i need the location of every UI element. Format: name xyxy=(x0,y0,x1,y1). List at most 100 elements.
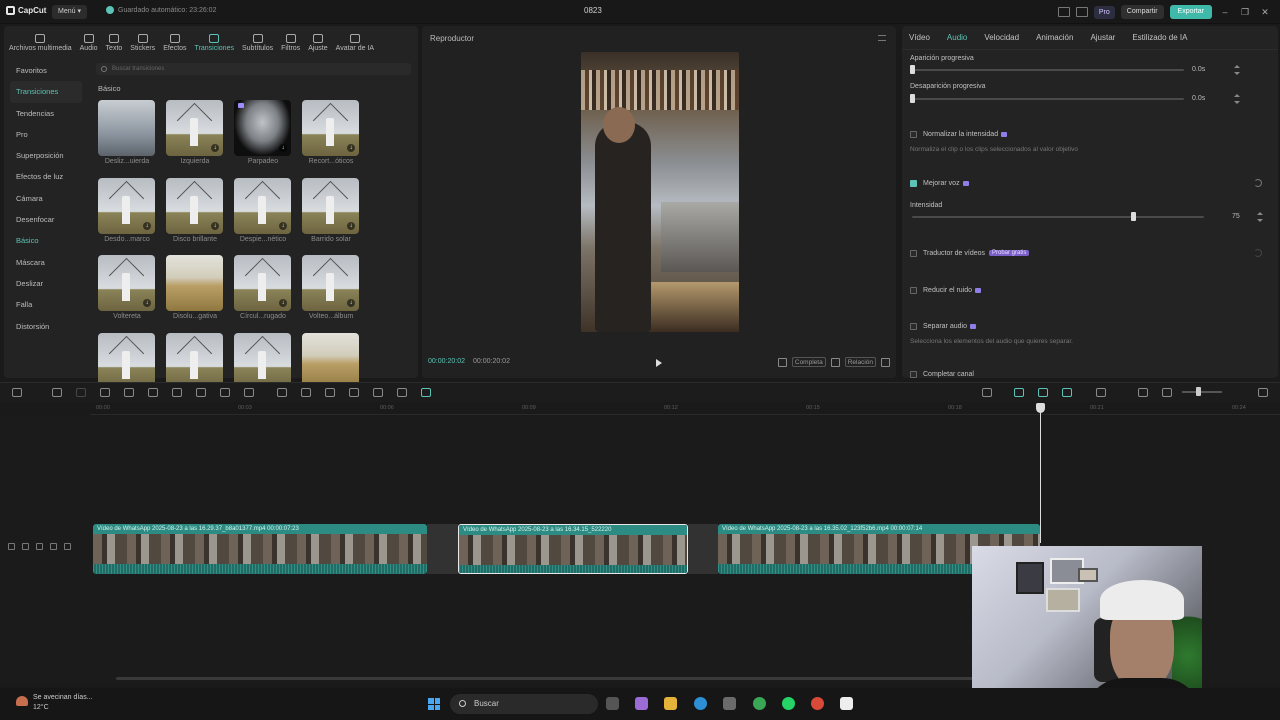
download-icon[interactable]: ↓ xyxy=(211,221,219,230)
trial-badge[interactable]: Probar gratis xyxy=(989,250,1030,257)
category-item[interactable]: Efectos de luz xyxy=(10,166,82,187)
tool-tab-9[interactable]: Avatar de IA xyxy=(335,34,375,52)
transition-card[interactable] xyxy=(166,332,224,389)
tool-tab-0[interactable]: Archivos multimedia xyxy=(8,34,73,52)
separate-audio-checkbox[interactable] xyxy=(910,323,917,330)
category-item[interactable]: Básico xyxy=(10,230,82,251)
transition-card[interactable]: ↓ Círcul...rugado xyxy=(234,255,292,320)
speed-icon[interactable] xyxy=(244,388,254,397)
task-view-icon[interactable] xyxy=(606,697,619,710)
inspector-tab[interactable]: Audio xyxy=(947,33,967,42)
layout-icon[interactable] xyxy=(1057,7,1070,17)
download-icon[interactable]: ↓ xyxy=(279,299,287,307)
normalize-checkbox[interactable] xyxy=(910,131,917,138)
aspect-ratio-button[interactable]: Relación xyxy=(844,357,876,367)
category-item[interactable]: Distorsión xyxy=(10,316,82,337)
category-item[interactable]: Transiciones xyxy=(10,81,82,103)
zoom-in-icon[interactable] xyxy=(1258,388,1268,397)
transition-card[interactable]: ↓ Voltereta xyxy=(98,255,156,320)
video-clip[interactable]: Vídeo de WhatsApp 2025-08-23 a las 16.29… xyxy=(93,524,427,574)
file-explorer-icon[interactable] xyxy=(664,697,677,710)
full-quality-button[interactable]: Completa xyxy=(791,357,826,367)
capcut-taskbar-icon[interactable] xyxy=(840,697,853,710)
resize-icon[interactable] xyxy=(373,388,383,397)
cover-icon[interactable] xyxy=(8,543,15,550)
audio-icon[interactable] xyxy=(50,543,57,550)
fade-out-stepper[interactable] xyxy=(1234,94,1240,104)
category-item[interactable]: Pro xyxy=(10,124,82,145)
undo-icon[interactable] xyxy=(52,388,62,397)
store-icon[interactable] xyxy=(723,697,736,710)
split-left-icon[interactable] xyxy=(124,388,134,397)
intensity-knob[interactable] xyxy=(1131,212,1136,221)
category-item[interactable]: Superposición xyxy=(10,145,82,166)
tool-tab-6[interactable]: Subtítulos xyxy=(241,34,274,52)
fade-in-stepper[interactable] xyxy=(1234,65,1240,75)
player-menu-icon[interactable] xyxy=(878,35,886,41)
transition-card[interactable]: ↓ Recort...óticos xyxy=(302,100,360,165)
inspector-tab[interactable]: Estilizado de IA xyxy=(1132,33,1187,42)
transition-card[interactable] xyxy=(98,332,156,389)
transition-card[interactable]: ↓ Izquierda xyxy=(166,100,224,165)
link-icon[interactable] xyxy=(1062,388,1072,397)
transition-card[interactable]: Desliz...uierda xyxy=(98,100,156,165)
transition-card[interactable]: ↓ Barrido solar xyxy=(302,177,360,243)
fit-icon[interactable] xyxy=(397,388,407,397)
fade-out-value[interactable]: 0.0s xyxy=(1192,95,1205,102)
intensity-slider[interactable] xyxy=(912,216,1204,218)
transition-card[interactable]: ↓ Despie...nético xyxy=(234,177,292,243)
tool-tab-1[interactable]: Audio xyxy=(79,34,99,52)
shortcuts-icon[interactable] xyxy=(1075,7,1088,17)
download-icon[interactable]: ↓ xyxy=(211,144,219,152)
weather-widget[interactable]: Se avecinan días... 12°C xyxy=(12,693,93,713)
recorder-icon[interactable] xyxy=(811,697,824,710)
select-tool-icon[interactable] xyxy=(12,388,22,397)
split-icon[interactable] xyxy=(100,388,110,397)
preview-axis-icon[interactable] xyxy=(1096,388,1106,397)
close-icon[interactable]: ✕ xyxy=(1258,7,1272,18)
taskbar-search[interactable]: Buscar xyxy=(450,694,598,714)
category-item[interactable]: Máscara xyxy=(10,252,82,273)
whatsapp-icon[interactable] xyxy=(782,697,795,710)
magic-icon[interactable] xyxy=(349,388,359,397)
tool-tab-3[interactable]: Stickers xyxy=(129,34,156,52)
minimize-icon[interactable]: – xyxy=(1218,7,1232,17)
translator-checkbox[interactable] xyxy=(910,250,917,257)
inspector-tab[interactable]: Ajustar xyxy=(1090,33,1115,42)
shield-icon[interactable] xyxy=(196,388,206,397)
transition-marker[interactable] xyxy=(427,524,458,574)
redo-icon[interactable] xyxy=(76,388,86,397)
delete-icon[interactable] xyxy=(172,388,182,397)
transition-marker[interactable] xyxy=(688,524,718,574)
split-right-icon[interactable] xyxy=(148,388,158,397)
timeline-scrollbar[interactable] xyxy=(116,677,976,680)
complete-channel-checkbox[interactable] xyxy=(910,371,917,378)
category-item[interactable]: Falla xyxy=(10,294,82,315)
category-item[interactable]: Tendencias xyxy=(10,103,82,124)
export-button[interactable]: Exportar xyxy=(1169,5,1212,19)
fade-out-knob[interactable] xyxy=(910,94,915,103)
intensity-value[interactable]: 75 xyxy=(1232,213,1240,220)
auto-reframe-icon[interactable] xyxy=(421,388,431,397)
download-icon[interactable]: ↓ xyxy=(279,221,287,230)
zoom-out-icon[interactable] xyxy=(1162,388,1172,397)
video-clip-selected[interactable]: Vídeo de WhatsApp 2025-08-23 a las 16.34… xyxy=(458,524,688,574)
download-icon[interactable]: ↓ xyxy=(143,299,151,307)
fullscreen-icon[interactable] xyxy=(881,357,890,367)
fade-out-slider[interactable] xyxy=(912,98,1184,100)
playhead[interactable] xyxy=(1036,403,1045,543)
tool-tab-4[interactable]: Efectos xyxy=(162,34,187,52)
category-item[interactable]: Deslizar xyxy=(10,273,82,294)
edge-icon[interactable] xyxy=(694,697,707,710)
category-item[interactable]: Desenfocar xyxy=(10,209,82,230)
magnet-icon[interactable] xyxy=(1038,388,1048,397)
transition-card[interactable]: Disolu...gativa xyxy=(166,255,224,320)
copilot-icon[interactable] xyxy=(635,697,648,710)
crop-icon[interactable] xyxy=(777,357,787,367)
transition-card[interactable] xyxy=(302,332,360,389)
download-icon[interactable]: ↓ xyxy=(143,221,151,230)
reset-icon[interactable] xyxy=(1254,179,1262,187)
transition-card[interactable] xyxy=(234,332,292,389)
search-input[interactable]: Buscar transiciones xyxy=(96,63,411,75)
pro-button[interactable]: Pro xyxy=(1093,5,1115,19)
